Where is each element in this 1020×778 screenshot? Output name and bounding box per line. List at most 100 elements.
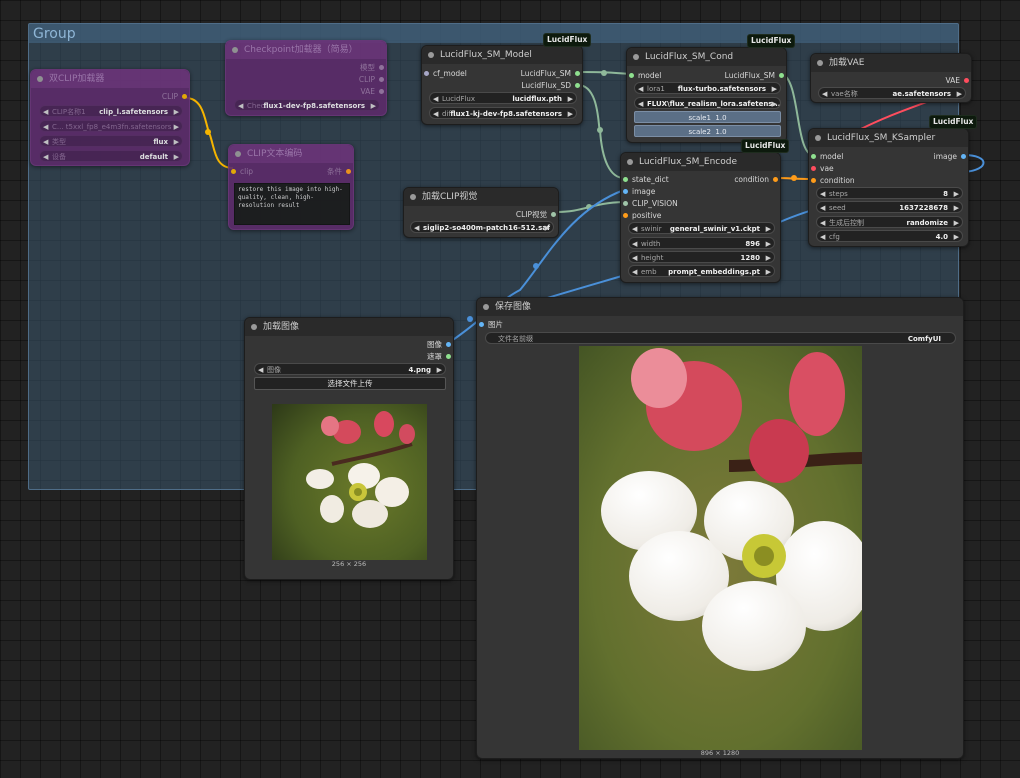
output-clip[interactable]: CLIP [306,74,386,85]
node-checkpoint-loader[interactable]: Checkpoint加载器（简易） 模型 CLIP VAE ◀ Chec... fl… [225,40,387,116]
arrow-left-icon[interactable]: ◀ [820,202,825,212]
collapse-dot-icon[interactable] [627,159,633,165]
node-load-vae[interactable]: 加载VAE VAE ◀ vae名称 ae.safetensors ▶ [810,53,972,103]
arrow-left-icon[interactable]: ◀ [632,252,637,262]
widget-image-file[interactable]: ◀ 图像 4.png ▶ [254,363,446,375]
node-title[interactable]: LucidFlux_SM_Encode [621,153,780,171]
node-title[interactable]: Checkpoint加载器（简易） [226,41,386,59]
arrow-right-icon[interactable]: ▶ [174,106,179,116]
collapse-dot-icon[interactable] [633,54,639,60]
arrow-left-icon[interactable]: ◀ [414,222,419,232]
widget-height[interactable]: ◀ height 1280 ▶ [628,251,775,263]
collapse-dot-icon[interactable] [235,151,241,157]
socket-dot-icon[interactable] [779,73,784,78]
widget-ckpt-name[interactable]: ◀ Chec... flux1-dev-fp8.safetensors ▶ [234,99,380,111]
node-title[interactable]: LucidFlux_SM_Model [422,46,582,64]
input-model[interactable]: model [809,151,869,162]
arrow-left-icon[interactable]: ◀ [43,151,48,161]
arrow-right-icon[interactable]: ▶ [954,217,959,227]
socket-dot-icon[interactable] [629,73,634,78]
node-dual-clip-loader[interactable]: 双CLIP加载器 CLIP ◀ CLIP名称1 clip_l.safetensors… [30,69,190,166]
arrow-left-icon[interactable]: ◀ [820,188,825,198]
output-vae[interactable]: VAE [911,75,971,86]
arrow-right-icon[interactable]: ▶ [766,252,771,262]
socket-dot-icon[interactable] [379,89,384,94]
socket-dot-icon[interactable] [446,354,451,359]
input-vae[interactable]: vae [809,163,869,174]
arrow-left-icon[interactable]: ◀ [822,88,827,98]
node-title[interactable]: LucidFlux_SM_Cond [627,48,786,66]
widget-lora1[interactable]: ◀ lora1 flux-turbo.safetensors ▶ [634,82,781,94]
input-cf-model[interactable]: cf_model [422,68,492,79]
arrow-left-icon[interactable]: ◀ [258,364,263,374]
node-title[interactable]: CLIP文本编码 [229,145,353,163]
socket-dot-icon[interactable] [379,77,384,82]
arrow-right-icon[interactable]: ▶ [766,238,771,248]
output-model[interactable]: 模型 [306,62,386,73]
socket-dot-icon[interactable] [379,65,384,70]
node-load-image[interactable]: 加载图像 图像 遮罩 ◀ 图像 4.png ▶ 选择文件上传 256 × 256 [244,317,454,580]
arrow-right-icon[interactable]: ▶ [766,223,771,233]
node-load-clip-vision[interactable]: 加载CLIP视觉 CLIP视觉 ◀ siglip2-so400m-patch16-… [403,187,559,238]
input-positive[interactable]: positive [621,210,701,221]
widget-lora2[interactable]: ◀ FLUX\flux_realism_lora.safetens... ▶ [634,97,781,109]
widget-vae-name[interactable]: ◀ vae名称 ae.safetensors ▶ [818,87,966,99]
arrow-right-icon[interactable]: ▶ [954,202,959,212]
collapse-dot-icon[interactable] [483,304,489,310]
widget-diffusion[interactable]: ◀ diffu... flux1-kj-dev-fp8.safetensors ▶ [429,107,577,119]
arrow-left-icon[interactable]: ◀ [632,266,637,276]
collapse-dot-icon[interactable] [37,76,43,82]
widget-seed[interactable]: ◀ seed 1637228678 ▶ [816,201,963,213]
widget-width[interactable]: ◀ width 896 ▶ [628,237,775,249]
node-title[interactable]: 双CLIP加载器 [31,70,189,88]
upload-button[interactable]: 选择文件上传 [254,377,446,390]
arrow-right-icon[interactable]: ▶ [954,231,959,241]
widget-cfg[interactable]: ◀ cfg 4.0 ▶ [816,230,963,242]
arrow-left-icon[interactable]: ◀ [632,223,637,233]
output-clip[interactable]: CLIP [89,91,189,102]
node-title[interactable]: 保存图像 [477,298,963,316]
arrow-right-icon[interactable]: ▶ [772,98,777,108]
arrow-right-icon[interactable]: ▶ [766,266,771,276]
node-title[interactable]: LucidFlux_SM_KSampler [809,129,968,147]
node-title[interactable]: 加载图像 [245,318,453,336]
arrow-left-icon[interactable]: ◀ [43,106,48,116]
node-title[interactable]: 加载CLIP视觉 [404,188,558,206]
output-lucidflux-sm[interactable]: LucidFlux_SM [696,70,786,81]
arrow-right-icon[interactable]: ▶ [174,136,179,146]
collapse-dot-icon[interactable] [232,47,238,53]
arrow-right-icon[interactable]: ▶ [371,100,376,110]
arrow-left-icon[interactable]: ◀ [43,136,48,146]
arrow-right-icon[interactable]: ▶ [174,151,179,161]
socket-dot-icon[interactable] [575,71,580,76]
arrow-right-icon[interactable]: ▶ [568,93,573,103]
socket-dot-icon[interactable] [773,177,778,182]
arrow-left-icon[interactable]: ◀ [238,100,243,110]
arrow-left-icon[interactable]: ◀ [638,83,643,93]
node-clip-text-encode[interactable]: CLIP文本编码 clip 条件 restore this image into… [228,144,354,230]
widget-clip-name2[interactable]: ◀ C... t5xxl_fp8_e4m3fn.safetensors ▶ [39,120,183,132]
socket-dot-icon[interactable] [623,213,628,218]
widget-lucidflux[interactable]: ◀ LucidFlux lucidflux.pth ▶ [429,92,577,104]
arrow-left-icon[interactable]: ◀ [820,231,825,241]
output-condition[interactable]: condition [710,174,780,185]
collapse-dot-icon[interactable] [428,52,434,58]
socket-dot-icon[interactable] [346,169,351,174]
socket-dot-icon[interactable] [623,189,628,194]
socket-dot-icon[interactable] [623,177,628,182]
socket-dot-icon[interactable] [446,342,451,347]
widget-steps[interactable]: ◀ steps 8 ▶ [816,187,963,199]
socket-dot-icon[interactable] [182,94,187,99]
widget-emb[interactable]: ◀ emb prompt_embeddings.pt ▶ [628,265,775,277]
arrow-left-icon[interactable]: ◀ [632,238,637,248]
widget-control-after-generate[interactable]: ◀ 生成后控制 randomize ▶ [816,216,963,228]
output-vae[interactable]: VAE [306,86,386,97]
socket-dot-icon[interactable] [479,322,484,327]
arrow-right-icon[interactable]: ▶ [954,188,959,198]
socket-dot-icon[interactable] [961,154,966,159]
output-image[interactable]: image [908,151,968,162]
widget-filename-prefix[interactable]: 文件名前缀 ComfyUI [485,332,956,344]
output-conditioning[interactable]: 条件 [303,166,353,177]
widget-type[interactable]: ◀ 类型 flux ▶ [39,135,183,147]
socket-dot-icon[interactable] [811,166,816,171]
